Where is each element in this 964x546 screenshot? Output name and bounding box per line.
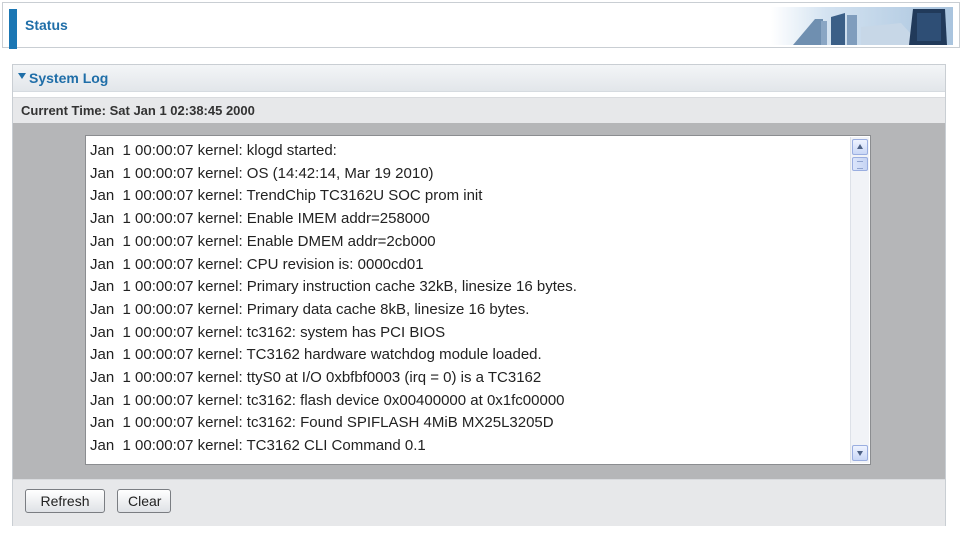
status-header: Status <box>2 2 960 49</box>
scroll-thumb[interactable] <box>852 157 868 171</box>
log-line: Jan 1 00:00:07 kernel: Enable IMEM addr=… <box>90 210 430 228</box>
triangle-down-icon[interactable] <box>18 73 26 79</box>
clear-button[interactable]: Clear <box>117 489 171 513</box>
log-line: Jan 1 00:00:07 kernel: TrendChip TC3162U… <box>90 187 483 205</box>
scroll-down-button[interactable] <box>852 445 868 461</box>
scroll-up-button[interactable] <box>852 139 868 155</box>
log-line: Jan 1 00:00:07 kernel: Enable DMEM addr=… <box>90 232 436 250</box>
chevron-up-icon <box>857 144 863 149</box>
chevron-down-icon <box>857 451 863 456</box>
log-line: Jan 1 00:00:07 kernel: Primary instructi… <box>90 278 577 296</box>
log-area: Jan 1 00:00:07 kernel: klogd started: Jan… <box>13 123 945 479</box>
system-log-textarea[interactable]: Jan 1 00:00:07 kernel: klogd started: Jan… <box>85 135 871 465</box>
log-line: Jan 1 00:00:07 kernel: tc3162: Found SPI… <box>90 414 554 432</box>
log-line: Jan 1 00:00:07 kernel: TC3162 hardware w… <box>90 346 542 364</box>
log-line: Jan 1 00:00:07 kernel: OS (14:42:14, Mar… <box>90 164 434 182</box>
log-line: Jan 1 00:00:07 kernel: klogd started: <box>90 142 337 159</box>
log-line: Jan 1 00:00:07 kernel: tc3162: system ha… <box>90 323 446 341</box>
refresh-button[interactable]: Refresh <box>25 489 105 513</box>
page-title: Status <box>25 17 68 33</box>
office-banner-image <box>771 7 953 45</box>
section-header[interactable]: System Log <box>13 65 945 92</box>
log-line: Jan 1 00:00:07 kernel: Primary data cach… <box>90 300 530 318</box>
current-time-row: Current Time: Sat Jan 1 02:38:45 2000 <box>13 97 945 125</box>
current-time-label: Current Time: Sat Jan 1 02:38:45 2000 <box>21 103 255 118</box>
log-line: Jan 1 00:00:07 kernel: CPU revision is: … <box>90 255 424 273</box>
section-title: System Log <box>29 70 109 86</box>
log-line: Jan 1 00:00:07 kernel: ttyS0 at I/O 0xbf… <box>90 369 542 387</box>
system-log-panel: System Log Current Time: Sat Jan 1 02:38… <box>12 64 946 526</box>
header-accent-bar <box>9 9 17 49</box>
log-line: Jan 1 00:00:07 kernel: tc3162: flash dev… <box>90 391 565 409</box>
vertical-scrollbar[interactable] <box>850 137 869 463</box>
button-row: Refresh Clear <box>13 479 945 526</box>
log-line: Jan 1 00:00:07 kernel: TC3162 CLI Comman… <box>90 437 426 455</box>
log-lines: Jan 1 00:00:07 kernel: klogd started: Jan… <box>90 140 850 458</box>
